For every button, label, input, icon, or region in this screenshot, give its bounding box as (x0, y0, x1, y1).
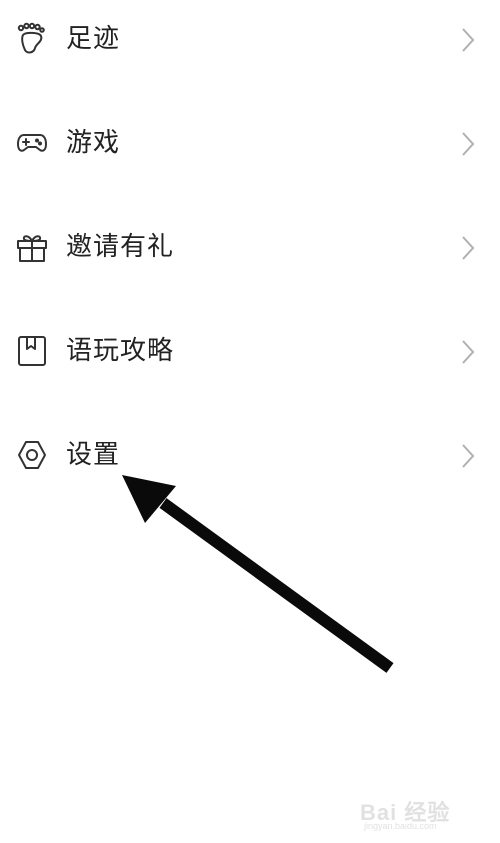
gamepad-icon (15, 126, 49, 160)
menu-item-settings[interactable]: 设置 (0, 416, 500, 496)
chevron-right-icon (458, 442, 478, 470)
chevron-right-icon (458, 26, 478, 54)
menu-item-games[interactable]: 游戏 (0, 104, 500, 184)
menu-item-guide[interactable]: 语玩攻略 (0, 312, 500, 392)
gift-icon (15, 230, 49, 264)
watermark-url: jingyan.baidu.com (364, 821, 437, 831)
menu-item-label: 语玩攻略 (66, 336, 175, 366)
menu-item-label: 邀请有礼 (66, 232, 175, 262)
footprint-icon (15, 22, 49, 56)
menu-item-label: 游戏 (66, 128, 121, 158)
chevron-right-icon (458, 234, 478, 262)
menu-item-invite[interactable]: 邀请有礼 (0, 208, 500, 288)
watermark: Bai 经验 jingyan.baidu.com (356, 795, 486, 837)
gear-icon (15, 438, 49, 472)
chevron-right-icon (458, 338, 478, 366)
menu-item-label: 设置 (66, 440, 121, 470)
guide-book-icon (15, 334, 49, 368)
chevron-right-icon (458, 130, 478, 158)
menu-item-footprint[interactable]: 足迹 (0, 0, 500, 80)
menu-item-label: 足迹 (66, 24, 121, 54)
